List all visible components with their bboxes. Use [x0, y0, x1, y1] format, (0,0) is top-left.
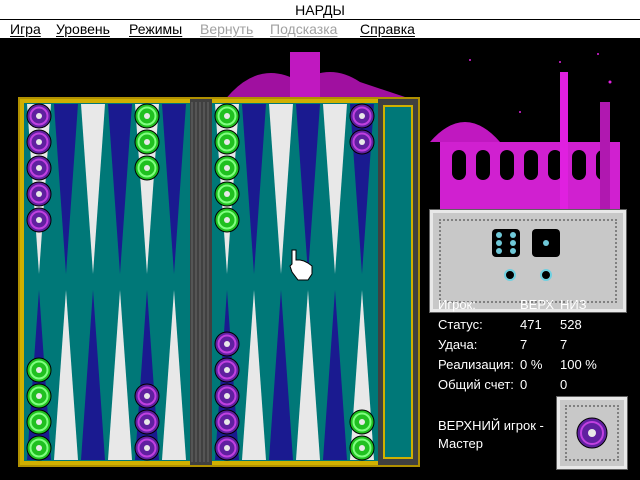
- window-title: НАРДЫ: [0, 0, 640, 20]
- die-pip-1-3: [496, 240, 502, 246]
- menu-undo: Вернуть: [200, 21, 254, 37]
- die-left[interactable]: [492, 229, 520, 257]
- stats-score-top: 0: [520, 377, 528, 392]
- checker-top-7-2[interactable]: [214, 129, 240, 155]
- menu-help[interactable]: Справка: [360, 20, 415, 38]
- current-player-checker: [576, 417, 608, 449]
- checker-top-5-2[interactable]: [134, 129, 160, 155]
- checker-bottom-1-2[interactable]: [26, 409, 52, 435]
- stats-label-score: Общий счет:: [438, 377, 514, 392]
- checker-bottom-7-5[interactable]: [214, 331, 240, 357]
- checker-top-1-4[interactable]: [26, 181, 52, 207]
- die-right[interactable]: [532, 229, 560, 257]
- status-message-line2: Мастер: [438, 436, 483, 451]
- stats-realization-bottom: 100 %: [560, 357, 597, 372]
- die-pip-2-1: [543, 240, 549, 246]
- checker-top-1-1[interactable]: [26, 103, 52, 129]
- checker-top-5-3[interactable]: [134, 155, 160, 181]
- checker-bottom-1-3[interactable]: [26, 383, 52, 409]
- stats-label-realization: Реализация:: [438, 357, 514, 372]
- checker-bottom-5-3[interactable]: [134, 383, 160, 409]
- stats-status-bottom: 528: [560, 317, 582, 332]
- menu-hint: Подсказка: [270, 21, 338, 37]
- checker-bottom-5-1[interactable]: [134, 435, 160, 461]
- checker-bottom-12-1[interactable]: [349, 435, 375, 461]
- board-bar: [190, 99, 212, 465]
- board-right-half: [212, 103, 378, 461]
- checker-top-1-2[interactable]: [26, 129, 52, 155]
- dice-knob-right[interactable]: [540, 269, 552, 281]
- stats-header-top: ВЕРХ: [520, 297, 555, 312]
- die-pip-1-1: [496, 232, 502, 238]
- status-message-line1: ВЕРХНИЙ игрок -: [438, 418, 544, 433]
- stats-luck-bottom: 7: [560, 337, 568, 352]
- checker-bottom-7-3[interactable]: [214, 383, 240, 409]
- checker-bottom-1-1[interactable]: [26, 435, 52, 461]
- checker-top-12-2[interactable]: [349, 129, 375, 155]
- checker-bottom-7-4[interactable]: [214, 357, 240, 383]
- dice-panel-frame: [439, 219, 617, 303]
- bear-off-tray: [383, 105, 413, 459]
- checker-bottom-7-1[interactable]: [214, 435, 240, 461]
- menu-modes[interactable]: Режимы: [129, 20, 182, 38]
- checker-top-7-4[interactable]: [214, 181, 240, 207]
- stats-status-top: 471: [520, 317, 542, 332]
- checker-bottom-7-2[interactable]: [214, 409, 240, 435]
- die-pip-1-5: [496, 248, 502, 254]
- checker-top-12-1[interactable]: [349, 103, 375, 129]
- checker-top-7-1[interactable]: [214, 103, 240, 129]
- stats-score-bottom: 0: [560, 377, 568, 392]
- menu-game[interactable]: Игра: [10, 20, 41, 38]
- board-left-half: [24, 103, 190, 461]
- stats-luck-top: 7: [520, 337, 528, 352]
- checker-bottom-12-2[interactable]: [349, 409, 375, 435]
- checker-top-5-1[interactable]: [134, 103, 160, 129]
- stats-label-status: Статус:: [438, 317, 483, 332]
- stats-label-luck: Удача:: [438, 337, 478, 352]
- checker-top-1-3[interactable]: [26, 155, 52, 181]
- die-pip-1-2: [510, 232, 516, 238]
- menu-bar: Игра Уровень Режимы Вернуть Подсказка Сп…: [0, 20, 640, 40]
- checker-top-7-3[interactable]: [214, 155, 240, 181]
- die-pip-1-6: [510, 248, 516, 254]
- stats-label-player: Игрок:: [438, 297, 476, 312]
- checker-top-1-5[interactable]: [26, 207, 52, 233]
- game-scene: Игрок: ВЕРХ НИЗ Статус: 471 528 Удача: 7…: [0, 42, 640, 480]
- dice-knob-left[interactable]: [504, 269, 516, 281]
- checker-bottom-1-4[interactable]: [26, 357, 52, 383]
- checker-top-7-5[interactable]: [214, 207, 240, 233]
- checker-bottom-5-2[interactable]: [134, 409, 160, 435]
- menu-level[interactable]: Уровень: [56, 20, 110, 38]
- stats-realization-top: 0 %: [520, 357, 543, 372]
- current-player-panel: [556, 396, 628, 470]
- stats-header-bottom: НИЗ: [560, 297, 587, 312]
- die-pip-1-4: [510, 240, 516, 246]
